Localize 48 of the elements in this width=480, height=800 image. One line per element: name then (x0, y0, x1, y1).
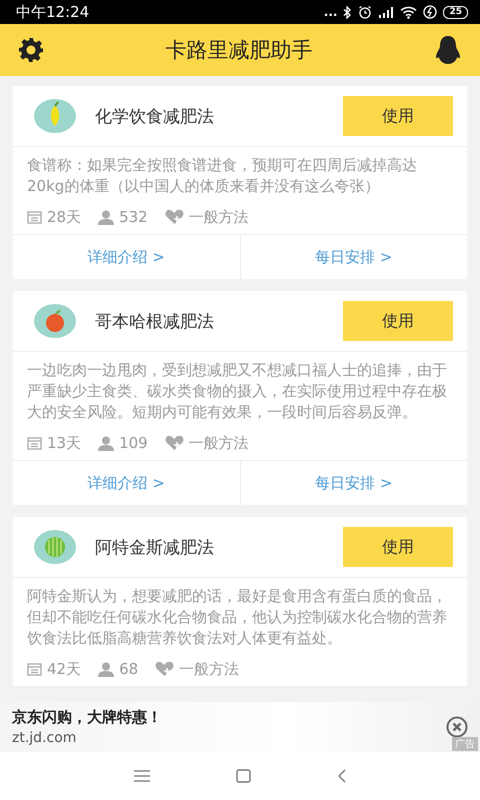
duration-text: 28天 (47, 208, 82, 226)
difficulty-text: 一般方法 (188, 434, 249, 452)
duration-text: 42天 (47, 660, 82, 678)
diet-name: 阿特金斯减肥法 (95, 536, 215, 558)
diet-name: 哥本哈根减肥法 (95, 310, 215, 332)
person-icon (98, 662, 114, 676)
apple-icon (33, 303, 77, 339)
diet-description: 阿特金斯认为，想要减肥的话，最好是食用含有蛋白质的食品，但却不能吃任何碳水化合物食品，他认为控制碳水化合物的营养饮食法比低脂高糖营养饮食法对人体更有益处。 (27, 586, 448, 649)
alarm-icon (358, 5, 372, 19)
duration-text: 13天 (47, 434, 82, 452)
user-count: 68 (119, 660, 138, 678)
status-time: 中午12:24 (16, 2, 90, 22)
settings-icon[interactable] (18, 37, 44, 63)
heart-plus-icon (164, 209, 184, 225)
lemon-icon (33, 98, 77, 134)
diet-description: 一边吃肉一边甩肉，受到想减肥又不想减口福人士的追捧，由于严重缺少主食类、碳水类食物的摄入，在实际使用过程中存在极大的安全风险。短期内可能有效果，一段时间后容易反弹。 (27, 360, 448, 423)
difficulty-text: 一般方法 (188, 208, 249, 226)
calendar-icon (27, 436, 42, 450)
heart-plus-icon (164, 435, 184, 451)
wifi-icon (400, 6, 418, 18)
close-icon[interactable] (446, 716, 468, 738)
charging-icon (423, 5, 438, 19)
person-icon (98, 436, 114, 450)
watermelon-icon (33, 529, 77, 565)
use-button[interactable]: 使用 (343, 96, 453, 136)
battery-indicator: 25 (443, 6, 468, 18)
user-count: 109 (119, 434, 148, 452)
app-title: 卡路里减肥助手 (166, 37, 312, 64)
difficulty-text: 一般方法 (179, 660, 240, 678)
menu-icon[interactable] (134, 770, 150, 782)
calendar-icon (27, 210, 42, 224)
diet-description: 食谱称：如果完全按照食谱进食，预期可在四周后减掉高达20kg的体重（以中国人的体质来看并没有这么夸张） (27, 155, 418, 197)
ad-title: 京东闪购，大牌特惠！ (12, 708, 163, 727)
heart-plus-icon (155, 661, 174, 677)
diet-name: 化学饮食减肥法 (95, 106, 215, 128)
person-icon (98, 210, 114, 224)
ad-label: 广告 (452, 737, 478, 751)
calendar-icon (27, 662, 42, 676)
penguin-icon[interactable] (434, 35, 462, 65)
notification-dots: ... (324, 7, 338, 17)
ad-url: zt.jd.com (12, 730, 78, 746)
use-button[interactable]: 使用 (343, 301, 453, 341)
back-icon[interactable] (336, 769, 346, 783)
user-count: 532 (119, 208, 148, 226)
signal-icon (378, 6, 394, 18)
use-button[interactable]: 使用 (343, 527, 453, 567)
bluetooth-icon (343, 6, 352, 18)
home-icon[interactable] (236, 769, 250, 783)
